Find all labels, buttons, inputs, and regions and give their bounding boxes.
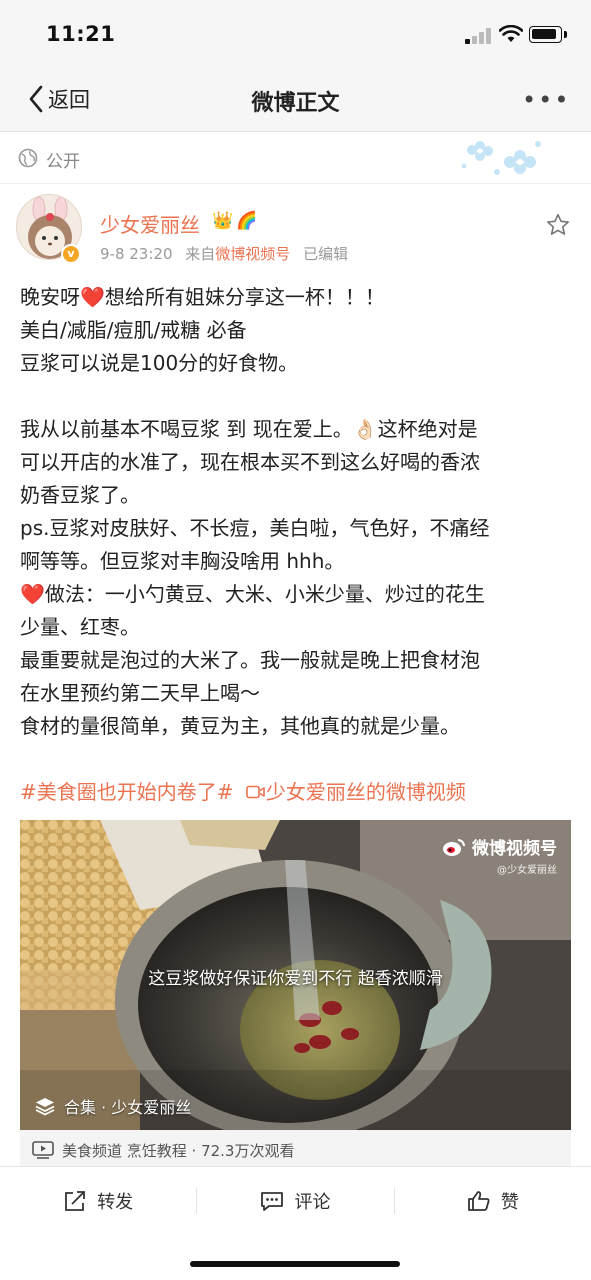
collection-label: 合集 · 少女爱丽丝: [64, 1098, 192, 1117]
post-time: 9-8 23:20: [100, 245, 173, 263]
battery-level: [532, 29, 556, 39]
post-line-text: 想给所有姐妹分享这一杯！！！: [104, 285, 385, 309]
post-line: 少量、红枣。: [20, 615, 140, 639]
post-line: 食材的量很简单，黄豆为主，其他真的就是少量。: [20, 714, 460, 738]
repost-label: 转发: [97, 1191, 134, 1213]
comment-button[interactable]: 评论: [197, 1188, 393, 1214]
video-info-bar: 美食频道 烹饪教程 · 72.3万次观看: [20, 1130, 571, 1170]
wifi-icon: [499, 25, 523, 42]
flower-decoration: [461, 141, 541, 175]
post-line: 可以开店的水准了，现在根本买不到这么好喝的香浓: [20, 450, 480, 474]
post-line: ps.豆浆对皮肤好、不长痘，美白啦，气色好，不痛经: [20, 516, 490, 540]
more-dots-icon[interactable]: •••: [522, 86, 570, 114]
post-line: ❤️做法：一小勺黄豆、大米、小米少量、炒过的花生: [20, 578, 575, 611]
post-line: 我从以前基本不喝豆浆 到 现在爱上。👌🏻这杯绝对是: [20, 417, 478, 441]
post-line-text: 晚安呀: [20, 285, 80, 309]
visibility-bar: 公开: [0, 132, 591, 184]
battery-tip: [564, 31, 567, 38]
post-body: 晚安呀❤️想给所有姐妹分享这一杯！！！ 美白/减脂/痘肌/戒糖 必备 豆浆可以说…: [20, 281, 575, 809]
comment-icon: [261, 1191, 284, 1211]
video-watermark: 微博视频号 @少女爱丽丝: [442, 834, 557, 876]
video-link-label: 少女爱丽丝的微博视频: [265, 780, 466, 804]
nav-bar: 返回 微博正文 •••: [0, 70, 591, 132]
post-links: #美食圈也开始内卷了# 少女爱丽丝的微博视频: [20, 776, 575, 809]
video-info-text: 美食频道 烹饪教程 · 72.3万次观看: [62, 1141, 295, 1160]
page-title: 微博正文: [251, 91, 340, 116]
weibo-logo-icon: [443, 838, 465, 856]
battery-icon: [529, 26, 562, 43]
status-time: 11:21: [46, 22, 116, 46]
verified-badge: v: [61, 244, 81, 264]
hashtag-link[interactable]: #美食圈也开始内卷了#: [20, 780, 234, 804]
video-caption: 这豆浆做好保证你爱到不行 超香浓顺滑: [148, 969, 443, 989]
post-line: 啊等等。但豆浆对丰胸没啥用 hhh。: [20, 549, 345, 573]
repost-button[interactable]: 转发: [0, 1188, 196, 1214]
action-bar: 转发 评论 赞: [0, 1166, 591, 1234]
post-meta: 9-8 23:20 来自微博视频号 已编辑: [100, 243, 348, 264]
post-line: 在水里预约第二天早上喝～: [20, 681, 260, 705]
video-play-icon: [32, 1141, 54, 1159]
heart-icon: ❤️: [80, 285, 105, 309]
post-line-text: 做法：一小勺黄豆、大米、小米少量、炒过的花生: [44, 582, 485, 606]
video-player[interactable]: 微博视频号 @少女爱丽丝 这豆浆做好保证你爱到不行 超香浓顺滑 合集 · 少女爱…: [20, 820, 571, 1130]
source-prefix: 来自: [185, 245, 216, 263]
collection-link[interactable]: 合集 · 少女爱丽丝: [34, 1094, 191, 1118]
cellular-signal-icon: [465, 28, 491, 44]
rainbow-badge-icon: 🌈: [236, 211, 258, 231]
globe-icon: [18, 148, 38, 168]
home-indicator: [190, 1261, 400, 1267]
watermark-title: 微博视频号: [472, 839, 557, 859]
author-name[interactable]: 少女爱丽丝: [100, 209, 200, 238]
heart-icon: ❤️: [20, 582, 45, 606]
post-line: 晚安呀❤️想给所有姐妹分享这一杯！！！: [20, 281, 575, 314]
thumbs-up-icon: [467, 1190, 490, 1211]
post-line: [20, 743, 575, 776]
video-camera-icon: [246, 785, 265, 799]
like-label: 赞: [500, 1191, 519, 1213]
layers-icon: [35, 1098, 55, 1116]
like-button[interactable]: 赞: [395, 1188, 591, 1214]
comment-label: 评论: [294, 1191, 331, 1213]
edited-label: 已编辑: [303, 245, 349, 263]
post-line: [20, 380, 575, 413]
post-line: 美白/减脂/痘肌/戒糖 必备: [20, 318, 247, 342]
visibility-label: 公开: [46, 152, 80, 172]
post-line: 最重要就是泡过的大米了。我一般就是晚上把食材泡: [20, 648, 480, 672]
post-line: 奶香豆浆了。: [20, 483, 140, 507]
star-icon[interactable]: [545, 212, 571, 238]
watermark-handle: @少女爱丽丝: [497, 865, 557, 876]
author-badges[interactable]: 👑 🌈: [212, 211, 257, 231]
video-link[interactable]: 少女爱丽丝的微博视频: [246, 780, 466, 804]
status-bar: 11:21: [0, 0, 591, 70]
source-link[interactable]: 微博视频号: [215, 245, 290, 263]
crown-badge-icon: 👑: [212, 211, 234, 231]
repost-icon: [65, 1190, 86, 1211]
post-line: 豆浆可以说是100分的好食物。: [20, 351, 299, 375]
